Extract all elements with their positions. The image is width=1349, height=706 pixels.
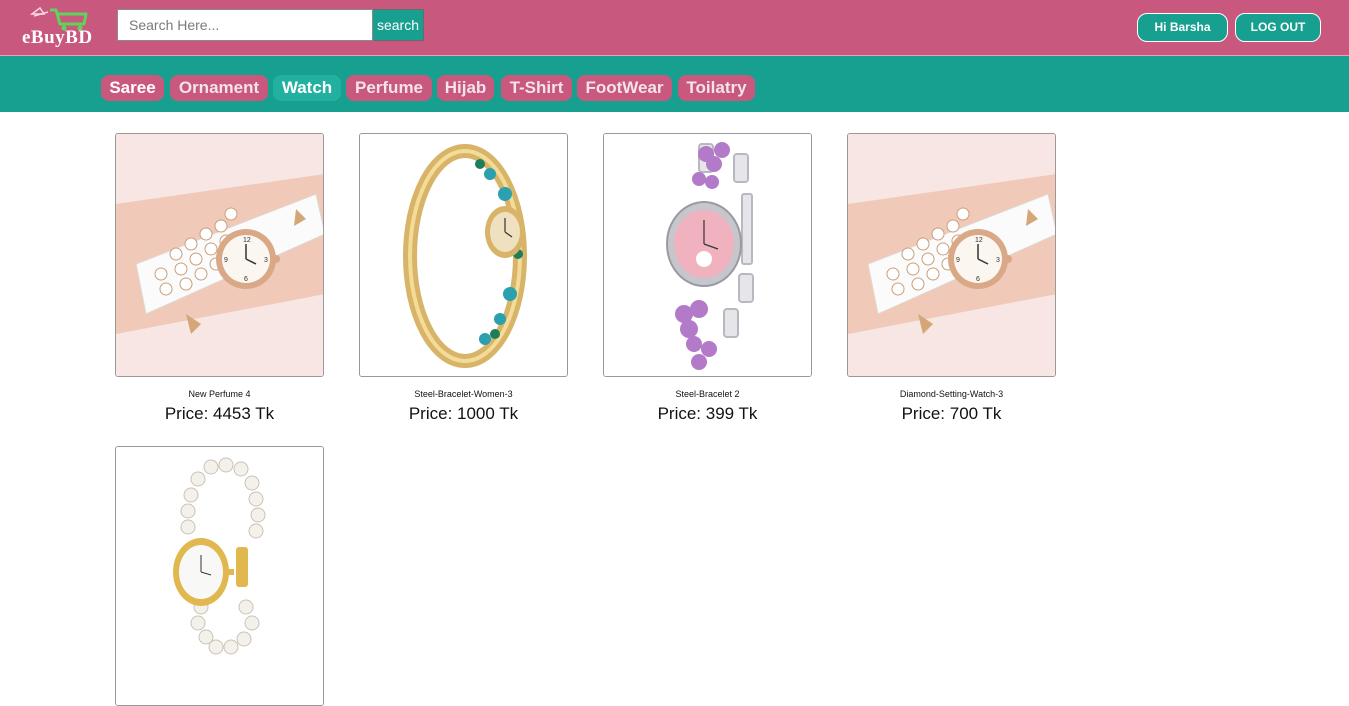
product-price: Price: 4453 Tk [164, 404, 275, 423]
product-image[interactable]: 12 3 6 9 [115, 133, 324, 377]
svg-text:12: 12 [975, 237, 983, 244]
product-price: Price: 399 Tk [657, 404, 758, 423]
product-image[interactable] [115, 446, 324, 706]
product-price: Price: 1000 Tk [408, 404, 519, 423]
svg-text:6: 6 [244, 276, 248, 283]
product-image[interactable]: 12 3 6 9 [847, 133, 1056, 377]
svg-text:3: 3 [264, 257, 268, 264]
clover-bracelet-watch-image [604, 134, 811, 376]
diamond-wrap-watch-image: 12 3 6 9 [848, 134, 1055, 376]
search-input[interactable] [117, 9, 373, 41]
crystal-bangle-watch-image [360, 134, 567, 376]
product-name[interactable]: Diamond-Setting-Watch-3 [847, 389, 1056, 399]
category-footwear[interactable]: FootWear [577, 75, 672, 101]
category-perfume[interactable]: Perfume [346, 75, 432, 101]
top-header: eBuyBD search Hi Barsha LOG OUT [0, 0, 1349, 55]
product-name[interactable]: New Perfume 4 [115, 389, 324, 399]
search-button[interactable]: search [373, 9, 424, 41]
category-tshirt[interactable]: T-Shirt [501, 75, 572, 101]
svg-text:12: 12 [243, 237, 251, 244]
product-image[interactable] [359, 133, 568, 377]
svg-text:6: 6 [976, 276, 980, 283]
category-toilatry[interactable]: Toilatry [678, 75, 755, 101]
category-ornament[interactable]: Ornament [170, 75, 268, 101]
category-nav: Saree Ornament Watch Perfume Hijab T-Shi… [0, 55, 1349, 112]
brand-name: eBuyBD [22, 27, 93, 48]
category-hijab[interactable]: Hijab [437, 75, 494, 101]
product-price: Price: 700 Tk [901, 404, 1002, 423]
svg-text:3: 3 [996, 257, 1000, 264]
product-name[interactable]: Steel-Bracelet-Women-3 [359, 389, 568, 399]
diamond-wrap-watch-image: 12 3 6 9 [116, 134, 323, 376]
user-greeting-button[interactable]: Hi Barsha [1137, 13, 1228, 42]
pearl-bracelet-watch-image [116, 447, 323, 705]
category-saree[interactable]: Saree [101, 75, 164, 101]
svg-text:9: 9 [224, 257, 228, 264]
category-watch[interactable]: Watch [273, 75, 341, 101]
product-name[interactable]: Steel-Bracelet 2 [603, 389, 812, 399]
logout-button[interactable]: LOG OUT [1235, 13, 1321, 42]
svg-text:9: 9 [956, 257, 960, 264]
product-image[interactable] [603, 133, 812, 377]
